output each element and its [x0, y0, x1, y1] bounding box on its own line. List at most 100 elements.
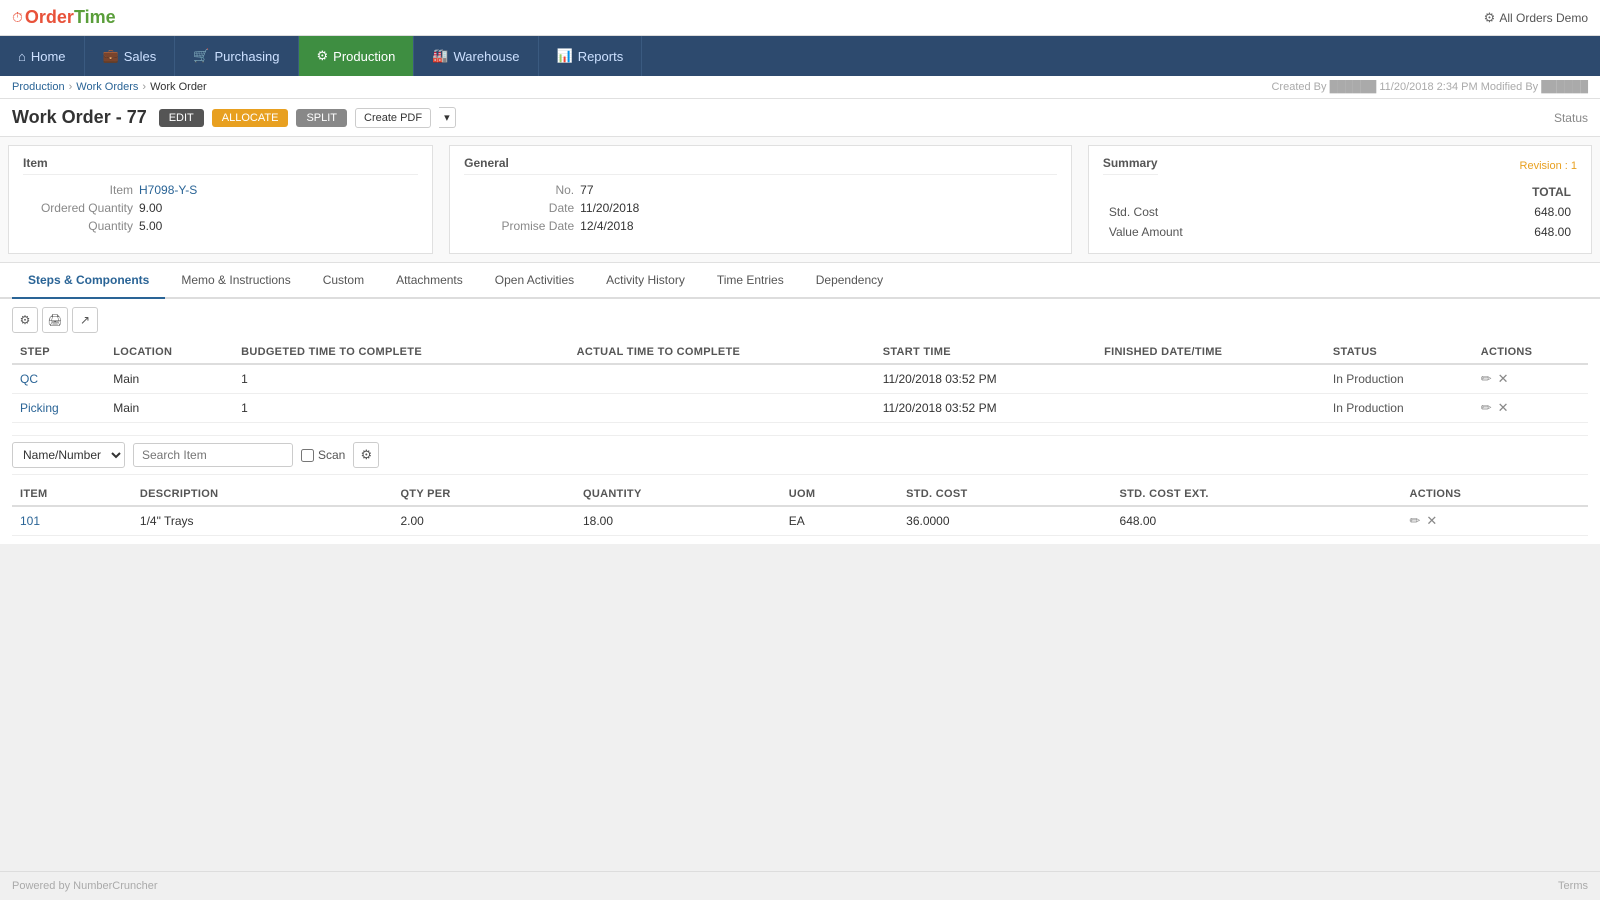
print-toolbar-button[interactable]: 🖨 [42, 307, 68, 333]
tab-open-activities[interactable]: Open Activities [479, 263, 590, 299]
settings-toolbar-button[interactable]: ⚙ [12, 307, 38, 333]
scan-checkbox[interactable] [301, 449, 314, 462]
steps-col-actual: ACTUAL TIME TO COMPLETE [569, 341, 875, 364]
nav-home[interactable]: ⌂ Home [0, 36, 85, 76]
nav-reports[interactable]: 📊 Reports [539, 36, 643, 76]
comp-item-link[interactable]: 101 [20, 514, 40, 528]
summary-std-cost-row: Std. Cost 648.00 [1105, 203, 1575, 221]
status-badge: Status [1554, 111, 1588, 125]
production-icon: ⚙ [317, 48, 329, 64]
tab-activity-history[interactable]: Activity History [590, 263, 701, 299]
pdf-dropdown-button[interactable]: ▾ [439, 107, 456, 128]
scan-label: Scan [301, 448, 345, 462]
work-order-header: Work Order - 77 EDIT ALLOCATE SPLIT Crea… [0, 99, 1600, 137]
search-item-input[interactable] [133, 443, 293, 467]
export-toolbar-button[interactable]: ↗ [72, 307, 98, 333]
summary-panel: Summary Revision : 1 TOTAL Std. Cost 648… [1088, 145, 1592, 254]
promise-date-label: Promise Date [464, 219, 574, 233]
table-row: Picking Main 1 11/20/2018 03:52 PM In Pr… [12, 394, 1588, 423]
nav-production-label: Production [333, 49, 395, 64]
step-actual [569, 364, 875, 394]
step-budgeted: 1 [233, 364, 569, 394]
filter-bar: Name/Number Scan ⚙ [12, 435, 1588, 475]
qty-row: Quantity 5.00 [23, 219, 418, 233]
footer-right: Terms [1558, 880, 1588, 892]
breadcrumb-sep-1: › [69, 81, 73, 93]
std-cost-value: 648.00 [1404, 203, 1575, 221]
step-status: In Production [1325, 394, 1473, 423]
split-button[interactable]: SPLIT [296, 109, 347, 127]
filter-select[interactable]: Name/Number [12, 442, 125, 468]
created-info: Created By ██████ 11/20/2018 2:34 PM Mod… [1271, 81, 1588, 93]
step-link[interactable]: QC [20, 372, 38, 386]
filter-settings-button[interactable]: ⚙ [353, 442, 379, 468]
allocate-button[interactable]: ALLOCATE [212, 109, 289, 127]
main-nav: ⌂ Home 💼 Sales 🛒 Purchasing ⚙ Production… [0, 36, 1600, 76]
qty-value: 5.00 [139, 219, 162, 233]
work-order-title: Work Order - 77 [12, 107, 147, 128]
value-amount-value: 648.00 [1404, 223, 1575, 241]
step-link[interactable]: Picking [20, 401, 59, 415]
footer-left: Powered by NumberCruncher [12, 880, 158, 892]
settings-icon[interactable]: ⚙ [1484, 10, 1496, 26]
all-orders-demo-label: All Orders Demo [1499, 11, 1588, 25]
delete-comp-icon[interactable]: ✕ [1426, 513, 1437, 529]
nav-purchasing[interactable]: 🛒 Purchasing [175, 36, 298, 76]
tab-memo-instructions[interactable]: Memo & Instructions [165, 263, 306, 299]
std-cost-label: Std. Cost [1105, 203, 1403, 221]
ordered-qty-row: Ordered Quantity 9.00 [23, 201, 418, 215]
footer: Powered by NumberCruncher Terms [0, 871, 1600, 900]
delete-step-icon[interactable]: ✕ [1498, 371, 1509, 387]
comp-std-cost: 36.0000 [898, 506, 1111, 536]
item-panel-title: Item [23, 156, 418, 175]
date-row: Date 11/20/2018 [464, 201, 1057, 215]
create-pdf-button[interactable]: Create PDF [355, 108, 431, 128]
steps-col-status: STATUS [1325, 341, 1473, 364]
steps-col-actions: ACTIONS [1473, 341, 1588, 364]
edit-step-icon[interactable]: ✏ [1481, 400, 1492, 416]
nav-warehouse[interactable]: 🏭 Warehouse [414, 36, 538, 76]
step-finished [1096, 364, 1325, 394]
breadcrumb-work-orders[interactable]: Work Orders [76, 81, 138, 93]
nav-sales[interactable]: 💼 Sales [85, 36, 176, 76]
tab-attachments[interactable]: Attachments [380, 263, 479, 299]
logo-clock-icon: ⏱ [12, 9, 23, 26]
toolbar-icons: ⚙ 🖨 ↗ [12, 307, 1588, 333]
comp-uom: EA [781, 506, 898, 536]
edit-button[interactable]: EDIT [159, 109, 204, 127]
tab-time-entries[interactable]: Time Entries [701, 263, 800, 299]
general-panel: General No. 77 Date 11/20/2018 Promise D… [449, 145, 1072, 254]
step-start-time: 11/20/2018 03:52 PM [875, 394, 1096, 423]
step-location: Main [105, 364, 233, 394]
edit-step-icon[interactable]: ✏ [1481, 371, 1492, 387]
promise-date-row: Promise Date 12/4/2018 [464, 219, 1057, 233]
tab-dependency[interactable]: Dependency [800, 263, 899, 299]
edit-comp-icon[interactable]: ✏ [1410, 513, 1421, 529]
breadcrumb-work-order: Work Order [150, 81, 207, 93]
info-panels: Item Item H7098-Y-S Ordered Quantity 9.0… [0, 137, 1600, 263]
tab-custom[interactable]: Custom [307, 263, 380, 299]
step-finished [1096, 394, 1325, 423]
tab-steps-components[interactable]: Steps & Components [12, 263, 165, 299]
comp-col-uom: UOM [781, 483, 898, 506]
breadcrumb-sep-2: › [142, 81, 146, 93]
delete-step-icon[interactable]: ✕ [1498, 400, 1509, 416]
step-budgeted: 1 [233, 394, 569, 423]
comp-std-cost-ext: 648.00 [1112, 506, 1402, 536]
table-area: ⚙ 🖨 ↗ STEP LOCATION BUDGETED TIME TO COM… [0, 299, 1600, 544]
nav-production[interactable]: ⚙ Production [299, 36, 415, 76]
nav-purchasing-label: Purchasing [214, 49, 279, 64]
nav-sales-label: Sales [124, 49, 157, 64]
date-label: Date [464, 201, 574, 215]
breadcrumb-production[interactable]: Production [12, 81, 65, 93]
reports-icon: 📊 [557, 48, 573, 64]
top-right-area: ⚙ All Orders Demo [1484, 10, 1588, 26]
nav-warehouse-label: Warehouse [454, 49, 520, 64]
item-label: Item [23, 183, 133, 197]
step-actual [569, 394, 875, 423]
purchasing-icon: 🛒 [193, 48, 209, 64]
item-value[interactable]: H7098-Y-S [139, 183, 197, 197]
steps-col-step: STEP [12, 341, 105, 364]
tabs-bar: Steps & Components Memo & Instructions C… [0, 263, 1600, 299]
ordered-qty-label: Ordered Quantity [23, 201, 133, 215]
